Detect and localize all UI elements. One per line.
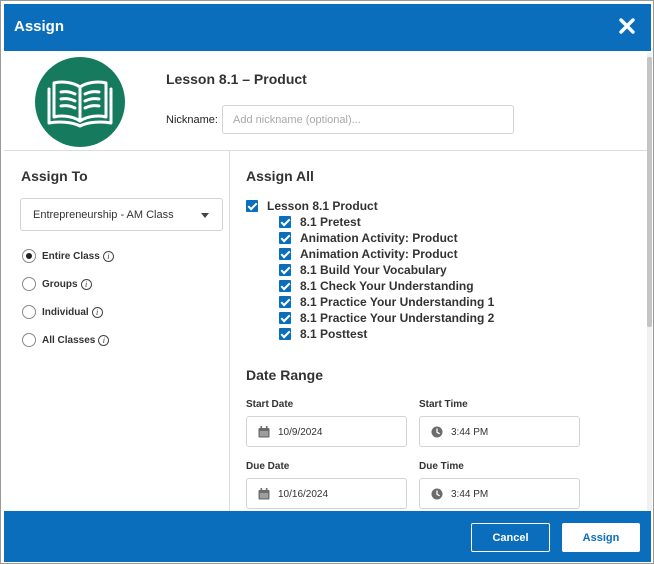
class-select-value: Entrepreneurship - AM Class (33, 209, 174, 221)
info-icon[interactable]: i (98, 334, 110, 346)
radio-button[interactable] (22, 305, 36, 319)
due-date-input[interactable]: 10/16/2024 (246, 478, 407, 509)
checkbox[interactable] (279, 216, 291, 228)
checkbox[interactable] (279, 328, 291, 340)
calendar-icon (258, 426, 270, 438)
assign-button[interactable]: Assign (562, 523, 640, 552)
due-date-value: 10/16/2024 (278, 489, 329, 500)
dialog-title: Assign (14, 18, 65, 35)
dialog-header: Assign (4, 4, 651, 51)
due-time-input[interactable]: 3:44 PM (419, 478, 580, 509)
checkbox[interactable] (246, 200, 258, 212)
radio-label: Individual (42, 306, 89, 318)
due-time-value: 3:44 PM (451, 489, 489, 500)
assign-to-heading: Assign To (21, 168, 88, 184)
start-time-label: Start Time (419, 399, 468, 410)
radio-all-classes[interactable]: All Classes i (22, 332, 110, 348)
cancel-button[interactable]: Cancel (471, 523, 550, 552)
checkbox-item[interactable]: Animation Activity: Product (279, 246, 458, 262)
scrollbar-thumb[interactable] (647, 57, 652, 327)
nickname-label: Nickname: (166, 114, 218, 126)
checkbox-label: 8.1 Pretest (300, 215, 361, 229)
radio-label: Entire Class (42, 250, 100, 262)
checkbox[interactable] (279, 232, 291, 244)
assign-dialog: Assign Lesson 8.1 – Product Nickname: As… (0, 0, 654, 564)
start-time-value: 3:44 PM (451, 427, 489, 438)
radio-button[interactable] (22, 333, 36, 347)
clock-icon (431, 488, 443, 500)
checkbox-item[interactable]: 8.1 Practice Your Understanding 2 (279, 310, 494, 326)
due-date-label: Due Date (246, 461, 290, 472)
checkbox-label: 8.1 Practice Your Understanding 2 (300, 311, 495, 325)
calendar-icon (258, 488, 270, 500)
class-select[interactable]: Entrepreneurship - AM Class (20, 198, 223, 231)
lesson-title: Lesson 8.1 – Product (166, 71, 307, 87)
checkbox[interactable] (279, 296, 291, 308)
scrollbar[interactable] (647, 53, 652, 511)
nickname-input[interactable] (222, 105, 514, 134)
checkbox[interactable] (279, 264, 291, 276)
info-icon[interactable]: i (91, 306, 103, 318)
start-date-input[interactable]: 10/9/2024 (246, 416, 407, 447)
checkbox-label: 8.1 Posttest (300, 327, 368, 341)
checkbox-label: Animation Activity: Product (300, 247, 458, 261)
checkbox-item[interactable]: 8.1 Practice Your Understanding 1 (279, 294, 494, 310)
info-icon[interactable]: i (80, 278, 92, 290)
start-time-input[interactable]: 3:44 PM (419, 416, 580, 447)
radio-label: All Classes (42, 334, 96, 346)
assign-all-heading: Assign All (246, 168, 314, 184)
dialog-footer: Cancel Assign (4, 511, 651, 562)
checkbox-item[interactable]: 8.1 Check Your Understanding (279, 278, 474, 294)
checkbox-label: 8.1 Practice Your Understanding 1 (300, 295, 495, 309)
checkbox-item[interactable]: 8.1 Posttest (279, 326, 367, 342)
checkbox-item[interactable]: 8.1 Pretest (279, 214, 361, 230)
checkbox-label: Animation Activity: Product (300, 231, 458, 245)
radio-individual[interactable]: Individual i (22, 304, 103, 320)
checkbox[interactable] (279, 280, 291, 292)
open-book-icon (35, 57, 125, 147)
checkbox-label: Lesson 8.1 Product (267, 199, 378, 213)
checkbox-label: 8.1 Build Your Vocabulary (300, 263, 447, 277)
close-x-icon[interactable] (615, 14, 639, 38)
checkbox-label: 8.1 Check Your Understanding (300, 279, 474, 293)
checkbox-lesson-parent[interactable]: Lesson 8.1 Product (246, 198, 378, 214)
radio-button[interactable] (22, 249, 36, 263)
checkbox-item[interactable]: Animation Activity: Product (279, 230, 458, 246)
radio-entire-class[interactable]: Entire Class i (22, 248, 114, 264)
start-date-value: 10/9/2024 (278, 427, 323, 438)
due-time-label: Due Time (419, 461, 464, 472)
checkbox[interactable] (279, 312, 291, 324)
chevron-down-icon (201, 213, 209, 218)
radio-button[interactable] (22, 277, 36, 291)
checkbox[interactable] (279, 248, 291, 260)
radio-label: Groups (42, 278, 78, 290)
radio-groups[interactable]: Groups i (22, 276, 92, 292)
divider (4, 150, 648, 151)
clock-icon (431, 426, 443, 438)
checkbox-item[interactable]: 8.1 Build Your Vocabulary (279, 262, 447, 278)
info-icon[interactable]: i (102, 250, 114, 262)
column-divider (229, 151, 230, 511)
start-date-label: Start Date (246, 399, 294, 410)
date-range-heading: Date Range (246, 367, 324, 383)
